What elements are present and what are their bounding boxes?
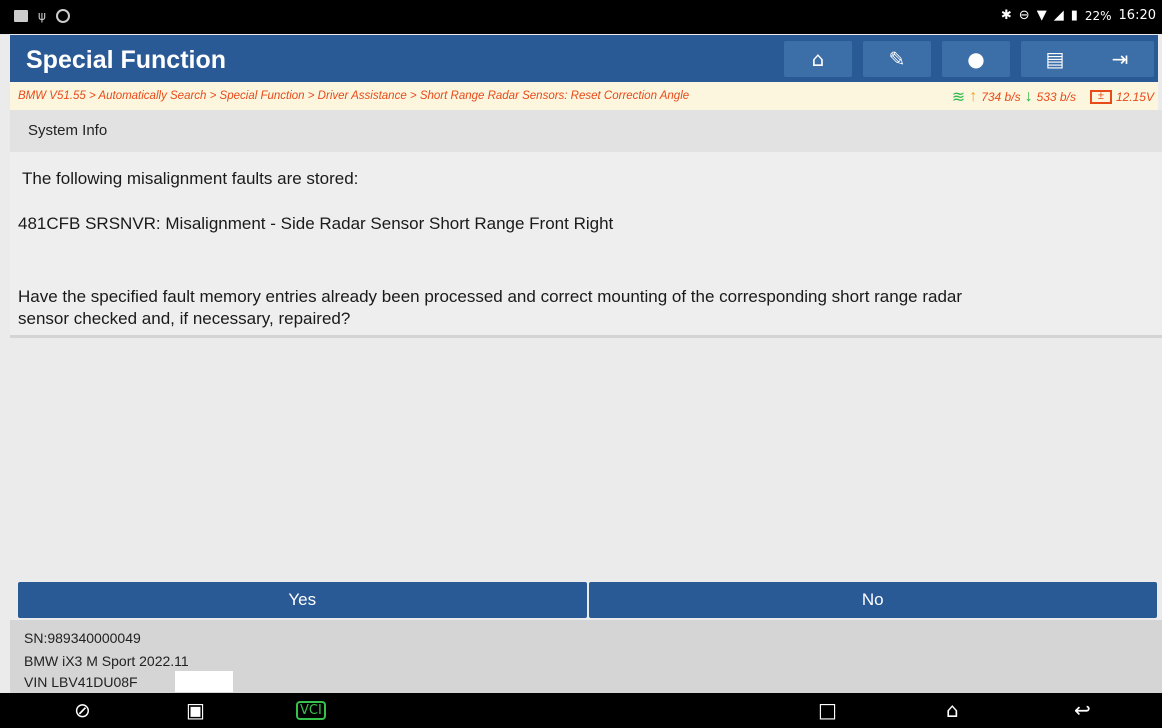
- upload-rate: 734 b/s: [981, 89, 1021, 104]
- vehicle-model: BMW iX3 M Sport 2022.11: [24, 653, 189, 669]
- page-title: Special Function: [26, 46, 227, 74]
- print-icon: ▤: [1045, 47, 1065, 71]
- home-button[interactable]: ⌂: [784, 41, 852, 77]
- intro-text: The following misalignment faults are st…: [22, 169, 359, 188]
- wifi-icon: ≋: [951, 87, 966, 106]
- download-arrow-icon: ↓: [1024, 87, 1033, 105]
- chat-icon: ●: [967, 47, 985, 71]
- yes-button[interactable]: Yes: [18, 582, 587, 618]
- fault-text: 481CFB SRSNVR: Misalignment - Side Radar…: [18, 214, 614, 233]
- vehicle-info-footer: SN:989340000049 BMW iX3 M Sport 2022.11 …: [10, 620, 1162, 693]
- redaction-box: [175, 671, 233, 692]
- connection-stats: ≋ ↑ 734 b/s ↓ 533 b/s ± 12.15V: [952, 87, 1154, 106]
- upload-arrow-icon: ↑: [969, 87, 978, 105]
- breadcrumb-bar: BMW V51.55 > Automatically Search > Spec…: [10, 82, 1158, 110]
- breadcrumb: BMW V51.55 > Automatically Search > Spec…: [18, 90, 690, 102]
- car-battery-icon: ±: [1089, 89, 1112, 104]
- clock: 16:20: [1118, 8, 1156, 23]
- signal-icon: ◢: [1053, 8, 1064, 23]
- download-rate: 533 b/s: [1036, 89, 1076, 104]
- wifi-icon: ▼: [1036, 8, 1047, 23]
- gallery-icon[interactable]: ▣: [186, 698, 205, 722]
- usb-icon: ψ: [38, 9, 46, 23]
- vin: VIN LBV41DU08F: [24, 674, 138, 690]
- section-header: System Info: [10, 110, 1162, 152]
- battery-percent: 22%: [1084, 8, 1112, 23]
- empty-area: [10, 339, 1162, 577]
- question-line-2: sensor checked and, if necessary, repair…: [18, 309, 351, 328]
- message-panel: The following misalignment faults are st…: [10, 152, 1162, 338]
- section-title: System Info: [28, 122, 108, 139]
- serial-number: SN:989340000049: [24, 630, 141, 646]
- browser-icon[interactable]: ⊘: [74, 698, 91, 722]
- chat-button[interactable]: ●: [942, 41, 1010, 77]
- bluetooth-icon: ✱: [1000, 8, 1012, 23]
- home-nav-icon[interactable]: ⌂: [946, 698, 959, 722]
- status-right-icons: ✱ ⊖ ▼ ◢ ▮ 22% 16:20: [1001, 8, 1156, 23]
- circle-icon: [55, 9, 70, 23]
- dnd-icon: ⊖: [1018, 8, 1030, 23]
- edit-icon: ✎: [888, 47, 906, 71]
- android-nav-bar: ⊘ ▣ VCI □ ⌂ ↩: [0, 693, 1162, 728]
- exit-button[interactable]: ⇥: [1086, 41, 1154, 77]
- status-left-icons: ψ: [14, 9, 70, 23]
- print-button[interactable]: ▤: [1021, 41, 1089, 77]
- question-line-1: Have the specified fault memory entries …: [18, 287, 963, 306]
- edit-button[interactable]: ✎: [863, 41, 931, 77]
- vci-icon[interactable]: VCI: [296, 701, 326, 720]
- battery-icon: ▮: [1070, 8, 1078, 23]
- exit-icon: ⇥: [1111, 47, 1129, 71]
- voltage: 12.15V: [1115, 89, 1154, 104]
- title-bar: Special Function ⌂ ✎ ● ▤ ⇥: [10, 35, 1158, 82]
- home-icon: ⌂: [811, 47, 825, 71]
- recents-icon[interactable]: □: [818, 698, 837, 722]
- image-icon: [14, 10, 28, 22]
- action-buttons: Yes No: [18, 582, 1157, 618]
- no-button[interactable]: No: [588, 582, 1157, 618]
- back-icon[interactable]: ↩: [1074, 698, 1091, 722]
- android-status-bar: ψ ✱ ⊖ ▼ ◢ ▮ 22% 16:20: [0, 0, 1162, 34]
